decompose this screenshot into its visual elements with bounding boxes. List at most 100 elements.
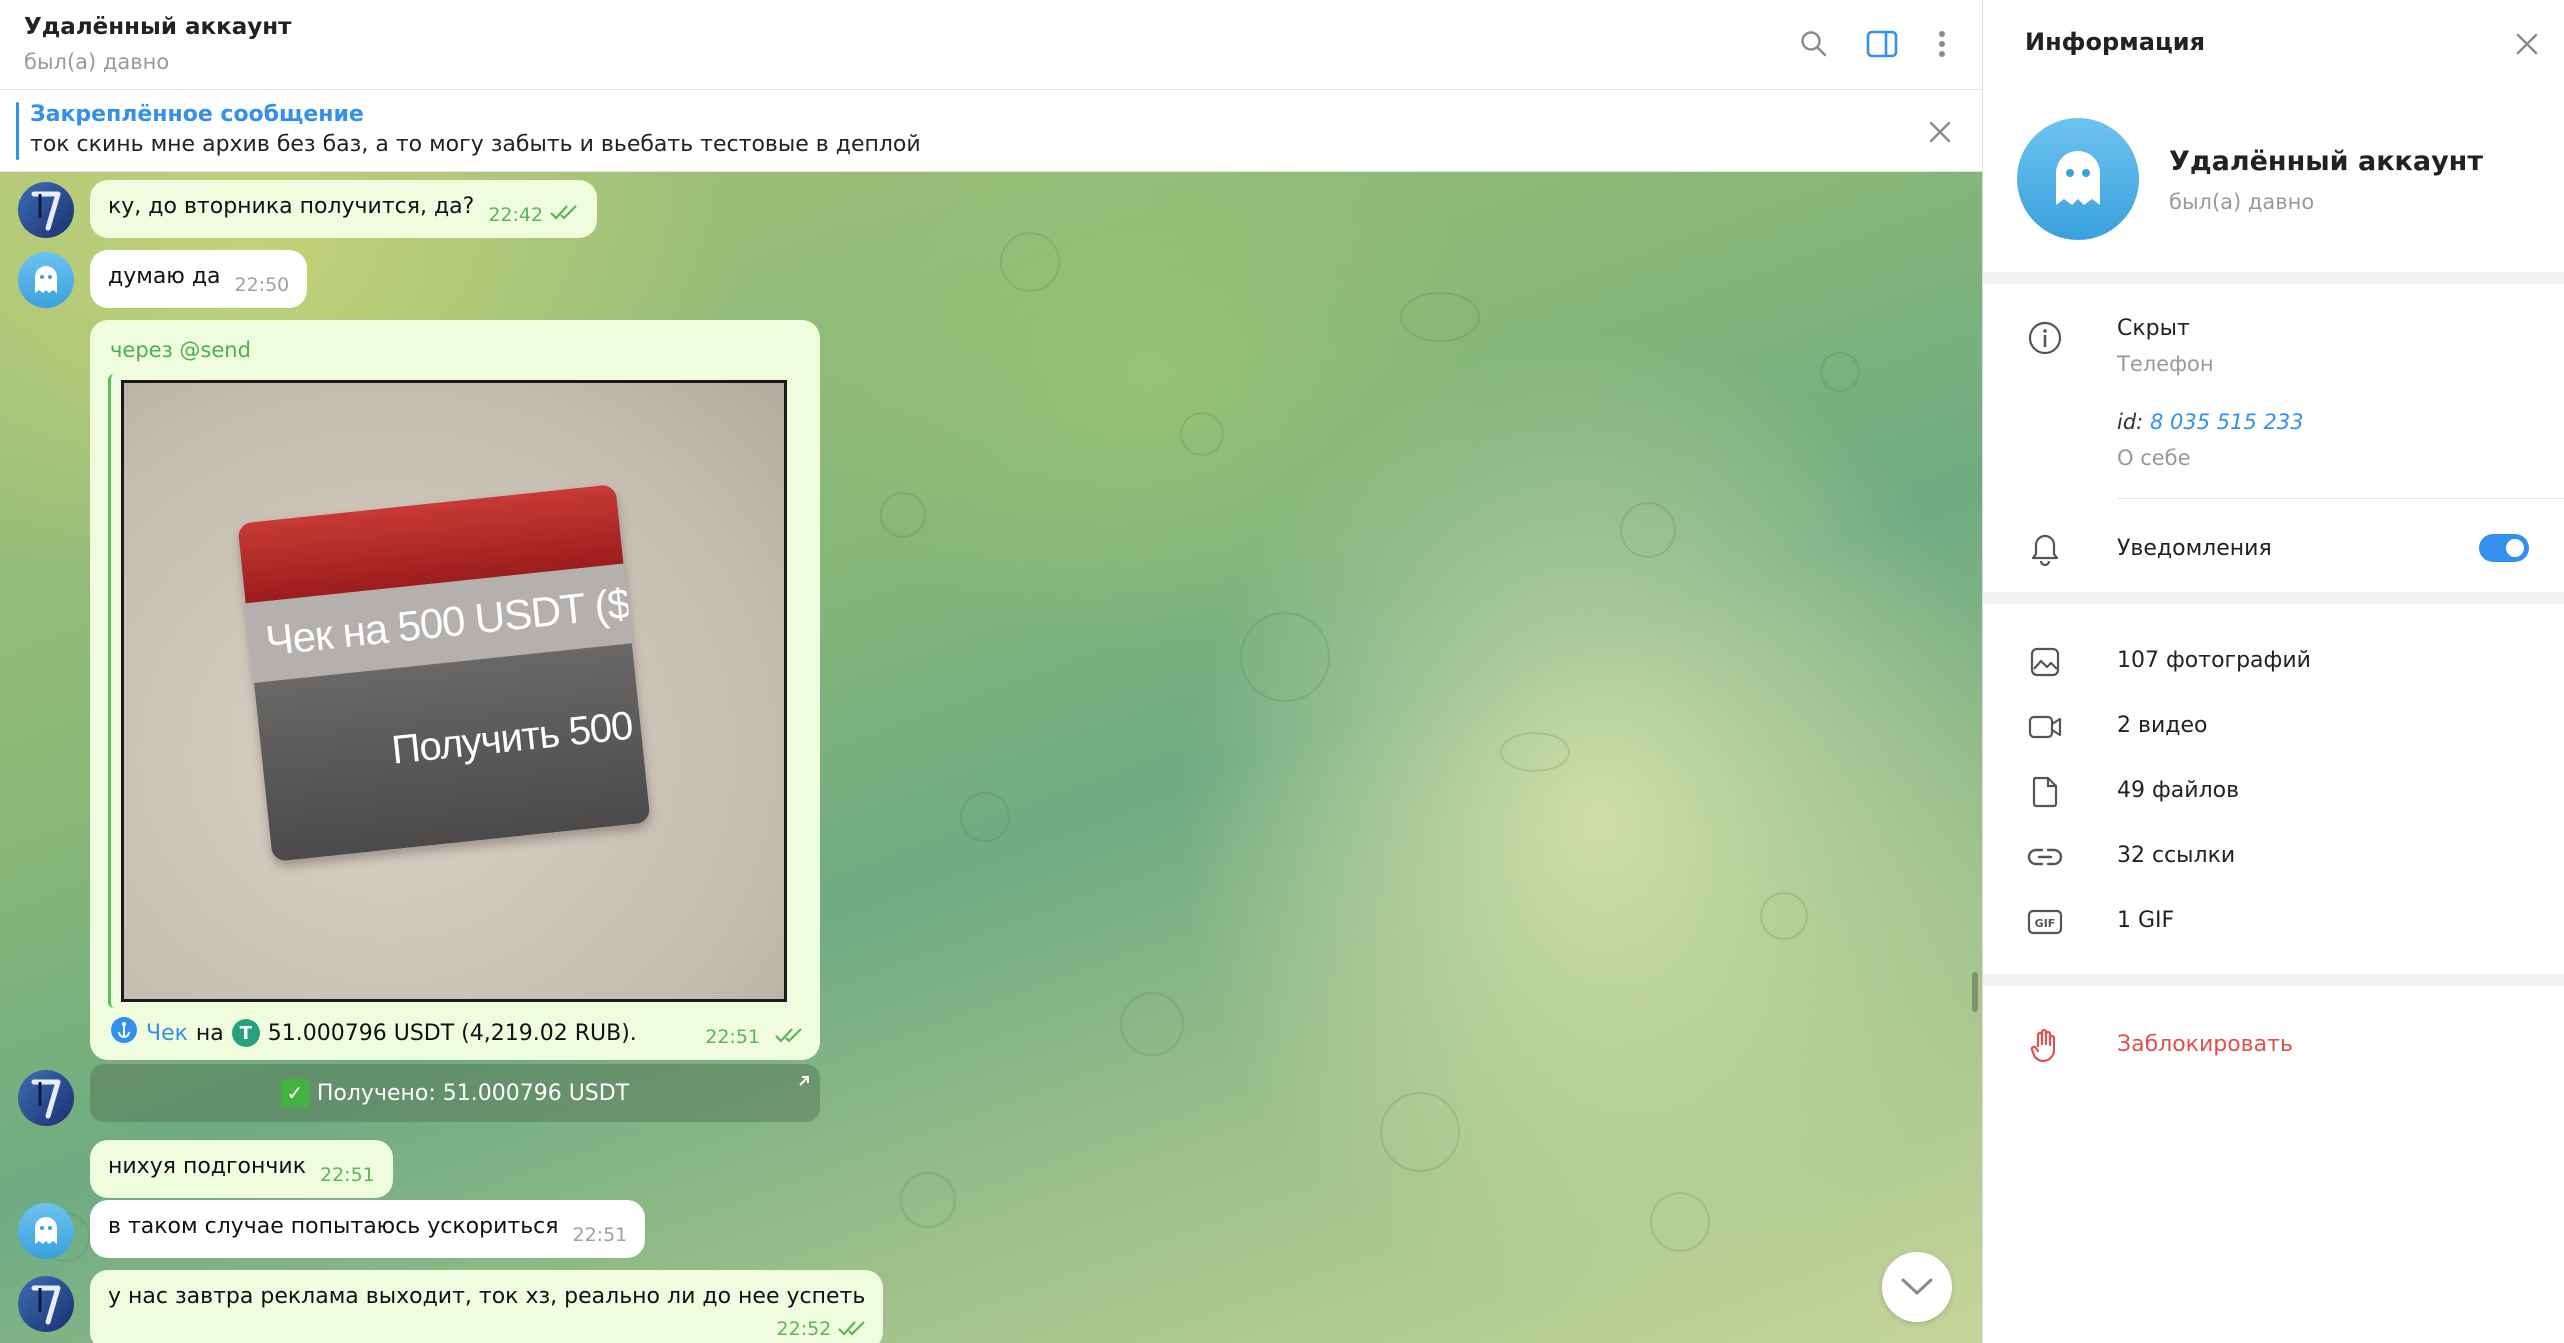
phone-label: Телефон [2117, 352, 2214, 376]
inline-keyboard-button[interactable]: ✓ Получено: 51.000796 USDT [90, 1064, 820, 1122]
photo-preview[interactable]: Чек на 500 USDT ($498. Получить 500 U [121, 380, 787, 1002]
info-icon [2025, 318, 2065, 358]
doodle-shape [1650, 1192, 1710, 1252]
doodle-shape [880, 492, 926, 538]
details-section: Скрыт Телефон id: 8 035 515 233 О себе У… [1983, 284, 2564, 592]
profile-section: Информация Удалённый аккаунт был(а) давн… [1983, 0, 2564, 272]
message-bubble[interactable]: думаю да 22:50 [90, 250, 308, 308]
divider [2117, 498, 2564, 499]
media-row-gifs[interactable]: GIF 1 GIF [1983, 890, 2564, 954]
check-sticker: Чек на 500 USDT ($498. Получить 500 U [237, 484, 651, 862]
media-row-links[interactable]: 32 ссылки [1983, 825, 2564, 889]
message-bubble[interactable]: в таком случае попытаюсь ускориться 22:51 [90, 1200, 646, 1258]
message-time: 22:42 [488, 204, 544, 226]
notifications-label: Уведомления [2117, 536, 2272, 561]
doodle-shape [1400, 292, 1480, 342]
more-menu-icon[interactable] [1922, 24, 1962, 64]
notifications-toggle[interactable] [2479, 534, 2529, 562]
double-check-icon [837, 1318, 867, 1343]
double-check-icon [774, 1026, 804, 1048]
doodle-shape [960, 792, 1010, 842]
chat-status: был(а) давно [24, 50, 170, 74]
media-row-photos[interactable]: 107 фотографий [1983, 630, 2564, 694]
profile-name: Удалённый аккаунт [2169, 146, 2483, 177]
chat-scrollbar[interactable] [1972, 972, 1978, 1012]
media-row-label: 2 видео [2117, 713, 2208, 738]
message-time: 22:52 [776, 1318, 832, 1340]
shared-media-section: 107 фотографий 2 видео 49 файлов 32 ссыл… [1983, 604, 2564, 974]
media-message-bubble[interactable]: через @send Чек на 500 USDT ($498. Получ… [90, 320, 820, 1060]
media-row-label: 1 GIF [2117, 908, 2175, 933]
media-row-label: 32 ссылки [2117, 843, 2236, 868]
arrow-up-right-icon [796, 1070, 812, 1095]
doodle-shape [900, 1172, 956, 1228]
scroll-down-button[interactable] [1882, 1252, 1952, 1322]
info-panel: Информация Удалённый аккаунт был(а) давн… [1982, 0, 2564, 1343]
pinned-accent-line [16, 102, 19, 160]
message-bubble[interactable]: нихуя подгончик 22:51 [90, 1140, 393, 1198]
doodle-shape [1820, 352, 1860, 392]
video-icon [2025, 707, 2065, 747]
avatar[interactable] [18, 182, 74, 238]
check-link[interactable]: Чек [146, 1021, 188, 1046]
anchor-icon [110, 1016, 138, 1050]
profile-avatar[interactable] [2017, 118, 2139, 240]
media-row-label: 49 файлов [2117, 778, 2240, 803]
toggle-knob [2504, 537, 2526, 559]
media-row-videos[interactable]: 2 видео [1983, 695, 2564, 759]
avatar[interactable] [18, 1276, 74, 1332]
chat-column: Удалённый аккаунт был(а) давно Закреплён… [0, 0, 1982, 1343]
search-icon[interactable] [1794, 24, 1834, 64]
check-prep: на [195, 1020, 224, 1046]
link-icon [2025, 837, 2065, 877]
media-row-files[interactable]: 49 файлов [1983, 760, 2564, 824]
message-text: у нас завтра реклама выходит, ток хз, ре… [108, 1284, 866, 1309]
doodle-shape [1180, 412, 1224, 456]
message-bubble[interactable]: у нас завтра реклама выходит, ток хз, ре… [90, 1270, 884, 1343]
pinned-text: ток скинь мне архив без баз, а то могу з… [30, 132, 921, 157]
sidebar-toggle-icon[interactable] [1862, 24, 1902, 64]
gif-icon: GIF [2025, 902, 2065, 942]
bell-icon [2025, 528, 2065, 568]
message-text: в таком случае попытаюсь ускориться [108, 1214, 559, 1239]
via-bot-label[interactable]: через @send [110, 338, 251, 362]
message-time: 22:50 [234, 274, 290, 296]
about-label: О себе [2117, 446, 2191, 470]
profile-status: был(а) давно [2169, 190, 2315, 214]
avatar[interactable] [18, 252, 74, 308]
message-text: думаю да [108, 264, 221, 289]
avatar[interactable] [18, 1203, 74, 1259]
chat-header: Удалённый аккаунт был(а) давно [0, 0, 1982, 90]
inline-button-label: Получено: 51.000796 USDT [316, 1080, 630, 1106]
message-time: 22:51 [572, 1224, 628, 1246]
photo-icon [2025, 642, 2065, 682]
hand-stop-icon [2025, 1026, 2065, 1066]
check-amount: 51.000796 USDT (4,219.02 RUB). [267, 1020, 637, 1046]
block-label: Заблокировать [2117, 1032, 2293, 1057]
message-time: 22:51 [705, 1026, 760, 1048]
phone-value[interactable]: Скрыт [2117, 316, 2190, 341]
check-caption: Чек на T 51.000796 USDT (4,219.02 RUB). [110, 1016, 637, 1050]
doodle-shape [1380, 1092, 1460, 1172]
close-icon[interactable] [1920, 112, 1960, 152]
check-mark-icon: ✓ [280, 1079, 309, 1107]
double-check-icon [549, 202, 579, 227]
message-bubble[interactable]: ку, до вторника получится, да? 22:42 [90, 180, 598, 238]
doodle-shape [1240, 612, 1330, 702]
chat-title[interactable]: Удалённый аккаунт [24, 14, 291, 40]
doodle-shape [1120, 992, 1184, 1056]
close-icon[interactable] [2507, 24, 2547, 64]
pinned-message-bar[interactable]: Закреплённое сообщение ток скинь мне арх… [0, 90, 1982, 172]
user-id[interactable]: id: 8 035 515 233 [2117, 410, 2304, 434]
doodle-shape [1500, 732, 1570, 772]
tether-icon: T [231, 1019, 260, 1047]
avatar[interactable] [18, 1070, 74, 1126]
message-meta: 22:52 [777, 1316, 868, 1343]
id-value[interactable]: 8 035 515 233 [2150, 410, 2304, 434]
info-title: Информация [2025, 28, 2205, 56]
block-user-button[interactable]: Заблокировать [1983, 1014, 2564, 1078]
message-text: нихуя подгончик [108, 1154, 306, 1179]
doodle-shape [1760, 892, 1808, 940]
id-prefix: id: [2117, 410, 2144, 434]
link-preview[interactable]: Чек на 500 USDT ($498. Получить 500 U [108, 374, 802, 1008]
